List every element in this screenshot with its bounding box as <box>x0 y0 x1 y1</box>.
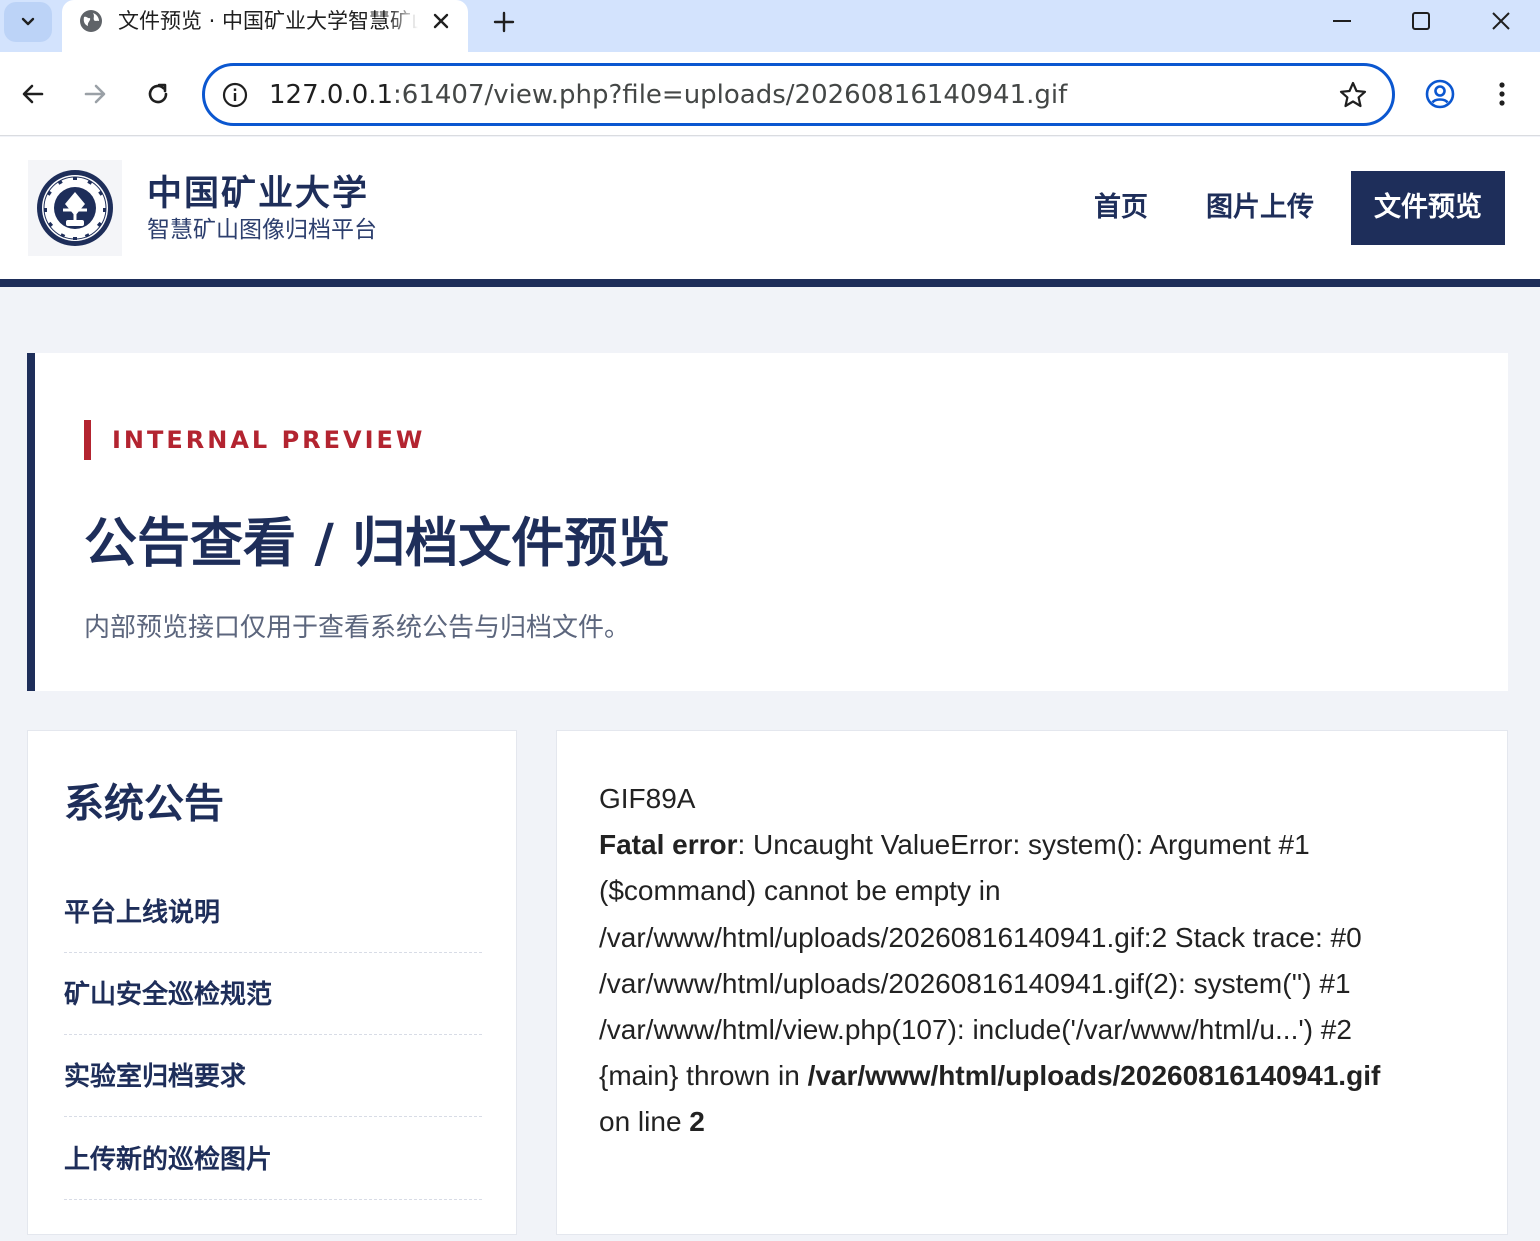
preview-line: GIF89A <box>599 783 696 814</box>
brand-subtitle: 智慧矿山图像归档平台 <box>147 217 377 243</box>
browser-tab[interactable]: 文件预览 · 中国矿业大学智慧矿山图像归档平台 <box>62 0 468 52</box>
error-file-path: /var/www/html/uploads/20260816140941.gif <box>807 1060 1381 1092</box>
back-button[interactable] <box>13 74 53 114</box>
globe-icon <box>80 10 102 32</box>
browser-toolbar: 127.0.0.1:61407/view.php?file=uploads/20… <box>0 52 1540 136</box>
eyebrow-accent-bar <box>84 420 91 460</box>
url-path: :61407/view.php?file=uploads/20260816140… <box>393 80 1068 110</box>
university-seal-icon <box>37 170 113 246</box>
account-icon <box>1425 79 1455 109</box>
nav-link-home[interactable]: 首页 <box>1094 171 1148 245</box>
profile-button[interactable] <box>1420 74 1460 114</box>
chevron-down-icon <box>21 17 35 26</box>
tab-search-button[interactable] <box>4 2 52 42</box>
reload-icon <box>148 83 168 104</box>
address-bar[interactable]: 127.0.0.1:61407/view.php?file=uploads/20… <box>202 63 1395 126</box>
tab-close-button[interactable] <box>426 6 456 36</box>
tab-title: 文件预览 · 中国矿业大学智慧矿山图像归档平台 <box>118 6 418 36</box>
plus-icon <box>493 11 515 33</box>
preview-line: on line 2 <box>599 1099 1459 1145</box>
nav-link-upload[interactable]: 图片上传 <box>1206 171 1314 245</box>
maximize-button[interactable] <box>1381 0 1461 42</box>
new-tab-button[interactable] <box>486 4 522 40</box>
header-divider <box>0 279 1540 287</box>
arrow-right-icon <box>84 84 106 104</box>
address-url[interactable]: 127.0.0.1:61407/view.php?file=uploads/20… <box>269 78 1067 112</box>
notice-item-safety[interactable]: 矿山安全巡检规范 <box>64 953 482 1035</box>
on-line-text: on line <box>599 1106 690 1138</box>
preview-line: /var/www/html/uploads/20260816140941.gif… <box>599 967 1351 999</box>
info-icon[interactable] <box>221 81 249 109</box>
url-host: 127.0.0.1 <box>269 80 394 110</box>
preview-line: Fatal error: Uncaught ValueError: system… <box>599 822 1459 868</box>
hero-banner: INTERNAL PREVIEW 公告查看 / 归档文件预览 内部预览接口仅用于… <box>27 353 1508 691</box>
eyebrow-label: INTERNAL PREVIEW <box>112 426 426 454</box>
notices-panel: 系统公告 平台上线说明 矿山安全巡检规范 实验室归档要求 上传新的巡检图片 <box>27 730 517 1235</box>
notice-item-upload[interactable]: 上传新的巡检图片 <box>64 1118 482 1200</box>
preview-line: {main} thrown in /var/www/html/uploads/2… <box>599 1053 1459 1099</box>
university-logo[interactable] <box>28 160 122 256</box>
error-line-number: 2 <box>689 1106 705 1138</box>
maximize-icon <box>1412 12 1430 30</box>
close-window-button[interactable] <box>1461 0 1540 42</box>
preview-output: GIF89A Fatal error: Uncaught ValueError:… <box>599 776 1459 1146</box>
minimize-button[interactable] <box>1302 0 1382 42</box>
thrown-text: {main} thrown in <box>599 1060 808 1092</box>
page-title: 公告查看 / 归档文件预览 <box>84 513 671 574</box>
preview-line: /var/www/html/view.php(107): include('/v… <box>599 1014 1352 1046</box>
notice-item-archive[interactable]: 实验室归档要求 <box>64 1035 482 1117</box>
notices-title: 系统公告 <box>64 781 224 827</box>
notice-item-launch[interactable]: 平台上线说明 <box>64 871 482 953</box>
close-icon <box>433 13 449 29</box>
browser-tab-strip: 文件预览 · 中国矿业大学智慧矿山图像归档平台 <box>0 0 1540 52</box>
more-vertical-icon <box>1499 82 1505 106</box>
arrow-left-icon <box>22 84 44 104</box>
site-header: 中国矿业大学 智慧矿山图像归档平台 首页 图片上传 文件预览 <box>0 137 1540 279</box>
close-icon <box>1492 12 1510 30</box>
error-message: : Uncaught ValueError: system(): Argumen… <box>737 829 1310 861</box>
page-description: 内部预览接口仅用于查看系统公告与归档文件。 <box>84 613 631 643</box>
minimize-icon <box>1333 20 1351 22</box>
nav-link-preview[interactable]: 文件预览 <box>1351 171 1505 245</box>
preview-line: ($command) cannot be empty in <box>599 875 1001 907</box>
browser-menu-button[interactable] <box>1484 74 1520 114</box>
brand-name[interactable]: 中国矿业大学 <box>147 172 369 216</box>
bookmark-star-icon[interactable] <box>1338 80 1368 110</box>
preview-line: /var/www/html/uploads/20260816140941.gif… <box>599 921 1362 953</box>
error-label: Fatal error <box>599 829 738 861</box>
file-preview-panel: GIF89A Fatal error: Uncaught ValueError:… <box>556 730 1508 1235</box>
forward-button[interactable] <box>75 74 115 114</box>
reload-button[interactable] <box>138 74 178 114</box>
